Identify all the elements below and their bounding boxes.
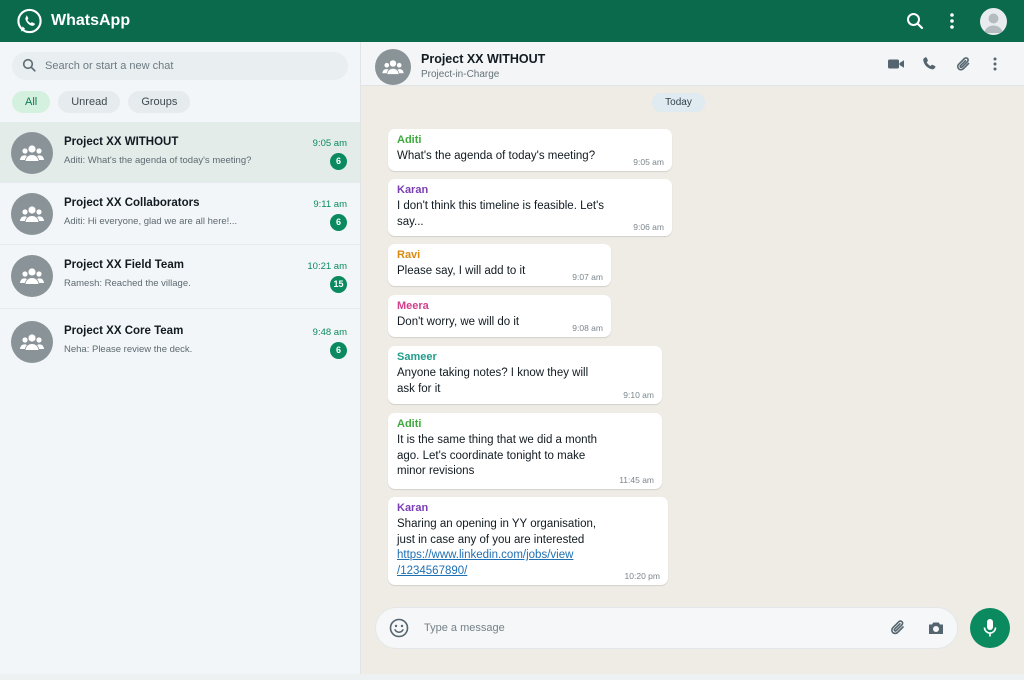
message-text: ask for it [397, 382, 441, 395]
message-input[interactable]: Type a message [424, 622, 505, 634]
message-text: Anyone taking notes? I know they will [397, 367, 589, 379]
unread-badge: 6 [330, 342, 347, 359]
chat-list-item[interactable]: Project XX Collaborators 9:11 am Aditi: … [0, 182, 360, 244]
message-time: 9:06 am [633, 222, 664, 232]
chat-name: Project XX WITHOUT [64, 136, 179, 148]
message-sender: Aditi [397, 134, 422, 146]
chat-time: 10:21 am [307, 261, 347, 272]
whatsapp-logo-icon [17, 8, 42, 34]
filter-unread[interactable]: Unread [58, 91, 121, 113]
message-sender: Karan [397, 184, 429, 196]
message-bubble[interactable]: Karan Sharing an opening in YY organisat… [388, 497, 668, 585]
chat-name: Project XX Core Team [64, 325, 184, 337]
message-text: minor revisions [397, 465, 475, 477]
message-text: say... [397, 215, 424, 228]
message-text: I don't think this timeline is feasible.… [397, 200, 605, 212]
message-sender: Meera [397, 300, 429, 312]
message-text: Sharing an opening in YY organisation, [397, 518, 597, 530]
app-title: WhatsApp [51, 12, 131, 29]
message-link[interactable]: /1234567890/ [397, 564, 659, 580]
chat-time: 9:11 am [313, 199, 347, 210]
message-time: 9:07 am [572, 272, 603, 282]
message-text: Don't worry, we will do it [397, 316, 520, 328]
message-composer: Type a message [375, 607, 958, 649]
message-bubble[interactable]: Aditi What's the agenda of today's meeti… [388, 129, 672, 171]
message-time: 11:45 am [619, 475, 654, 485]
emoji-icon[interactable] [389, 618, 409, 638]
message-sender: Ravi [397, 249, 421, 261]
conversation-header: Project XX WITHOUT Project-in-Charge [361, 42, 1024, 86]
profile-avatar-icon[interactable] [980, 8, 1007, 35]
message-time: 9:05 am [633, 157, 664, 167]
conversation-subtitle: Project-in-Charge [421, 69, 500, 80]
group-avatar-icon [11, 132, 53, 174]
search-placeholder: Search or start a new chat [45, 60, 174, 72]
message-sender: Karan [397, 502, 429, 514]
chat-preview: Aditi: What's the agenda of today's meet… [64, 155, 252, 166]
chat-filters: All Unread Groups [12, 91, 191, 113]
attach-icon[interactable] [889, 619, 907, 637]
conversation-panel: Project XX WITHOUT Project-in-Charge Tod… [361, 42, 1024, 674]
message-text: ago. Let's coordinate tonight to make [397, 449, 586, 462]
unread-badge: 6 [330, 214, 347, 231]
date-separator: Today [652, 93, 705, 112]
chat-list-item[interactable]: Project XX Field Team 10:21 am Ramesh: R… [0, 244, 360, 308]
message-time: 9:10 am [623, 390, 654, 400]
group-avatar-icon [11, 321, 53, 363]
chat-time: 9:48 am [312, 327, 347, 338]
group-avatar-icon[interactable] [375, 49, 411, 85]
voice-call-icon[interactable] [921, 56, 939, 72]
chat-list-item[interactable]: Project XX WITHOUT 9:05 am Aditi: What's… [0, 122, 360, 182]
group-avatar-icon [11, 255, 53, 297]
search-input[interactable]: Search or start a new chat [12, 52, 348, 80]
more-vertical-icon[interactable] [988, 56, 1002, 72]
chat-name: Project XX Field Team [64, 259, 184, 271]
message-time: 10:20 pm [624, 571, 660, 581]
message-text: just in case any of you are interested [397, 533, 585, 546]
message-bubble[interactable]: Karan I don't think this timeline is fea… [388, 179, 672, 236]
chat-time: 9:05 am [312, 138, 347, 149]
message-bubble[interactable]: Meera Don't worry, we will do it 9:08 am [388, 295, 611, 337]
message-time: 9:08 am [572, 323, 603, 333]
message-bubble[interactable]: Sameer Anyone taking notes? I know they … [388, 346, 662, 404]
search-icon[interactable] [906, 12, 924, 30]
message-text: It is the same thing that we did a month [397, 434, 598, 446]
chat-preview: Ramesh: Reached the village. [64, 278, 191, 289]
message-bubble[interactable]: Ravi Please say, I will add to it 9:07 a… [388, 244, 611, 286]
message-bubble[interactable]: Aditi It is the same thing that we did a… [388, 413, 662, 489]
group-avatar-icon [11, 193, 53, 235]
more-vertical-icon[interactable] [944, 11, 960, 31]
app-header: WhatsApp [0, 0, 1024, 42]
chat-list: Project XX WITHOUT 9:05 am Aditi: What's… [0, 122, 360, 374]
microphone-button[interactable] [970, 608, 1010, 648]
message-text: Please say, I will add to it [397, 265, 526, 277]
chat-sidebar: Search or start a new chat All Unread Gr… [0, 42, 361, 674]
unread-badge: 6 [330, 153, 347, 170]
microphone-icon [983, 619, 997, 637]
chat-preview: Neha: Please review the deck. [64, 344, 193, 355]
conversation-title[interactable]: Project XX WITHOUT [421, 52, 545, 66]
video-call-icon[interactable] [887, 56, 905, 72]
message-link[interactable]: https://www.linkedin.com/jobs/view [397, 548, 659, 564]
unread-badge: 15 [330, 276, 347, 293]
filter-all[interactable]: All [12, 91, 51, 113]
message-text: What's the agenda of today's meeting? [397, 150, 596, 162]
attach-icon[interactable] [955, 56, 973, 72]
chat-list-item[interactable]: Project XX Core Team 9:48 am Neha: Pleas… [0, 308, 360, 374]
search-icon [22, 58, 36, 72]
camera-icon[interactable] [927, 619, 945, 637]
message-sender: Sameer [397, 351, 437, 363]
chat-name: Project XX Collaborators [64, 197, 200, 209]
chat-preview: Aditi: Hi everyone, glad we are all here… [64, 216, 238, 227]
filter-groups[interactable]: Groups [128, 91, 191, 113]
message-sender: Aditi [397, 418, 422, 430]
